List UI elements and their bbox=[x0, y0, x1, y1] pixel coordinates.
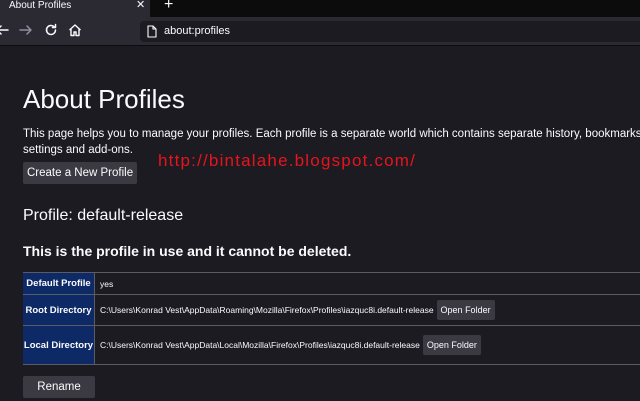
close-icon[interactable]: ✕ bbox=[136, 0, 145, 11]
row-label: Local Directory bbox=[23, 326, 95, 364]
open-root-folder-button[interactable]: Open Folder bbox=[436, 300, 495, 320]
forward-arrow-icon[interactable] bbox=[18, 22, 34, 38]
navigation-toolbar: about:profiles bbox=[0, 17, 640, 46]
row-value: yes bbox=[100, 273, 113, 294]
rename-button[interactable]: Rename bbox=[23, 376, 95, 398]
home-icon[interactable] bbox=[67, 22, 83, 38]
profile-table: Default Profile yes Root Directory C:\Us… bbox=[23, 272, 640, 365]
reload-icon[interactable] bbox=[43, 22, 59, 38]
tab-strip: About Profiles ✕ + bbox=[0, 0, 640, 17]
address-bar[interactable]: about:profiles bbox=[140, 21, 640, 42]
profile-heading: Profile: default-release bbox=[23, 207, 184, 224]
new-tab-button[interactable]: + bbox=[164, 0, 173, 13]
default-profile-value: yes bbox=[100, 278, 114, 289]
back-arrow-icon[interactable] bbox=[0, 22, 10, 38]
row-label: Default Profile bbox=[23, 273, 95, 294]
local-directory-path: C:\Users\Konrad Vest\AppData\Local\Mozil… bbox=[100, 340, 420, 350]
url-text[interactable]: about:profiles bbox=[164, 25, 230, 38]
page-icon bbox=[146, 25, 158, 43]
tab-title: About Profiles bbox=[9, 0, 72, 11]
row-value: C:\Users\Konrad Vest\AppData\Local\Mozil… bbox=[100, 326, 481, 364]
tab-about-profiles[interactable]: About Profiles ✕ bbox=[0, 0, 150, 17]
page-title: About Profiles bbox=[23, 84, 185, 114]
row-label: Root Directory bbox=[23, 295, 95, 325]
in-use-notice: This is the profile in use and it cannot… bbox=[23, 243, 352, 259]
root-directory-path: C:\Users\Konrad Vest\AppData\Roaming\Moz… bbox=[100, 305, 434, 315]
table-row-root-directory: Root Directory C:\Users\Konrad Vest\AppD… bbox=[23, 295, 640, 326]
row-value: C:\Users\Konrad Vest\AppData\Roaming\Moz… bbox=[100, 295, 495, 325]
watermark-text: http://bintalahe.blogspot.com/ bbox=[158, 151, 417, 170]
table-row-local-directory: Local Directory C:\Users\Konrad Vest\App… bbox=[23, 326, 640, 365]
table-row-default-profile: Default Profile yes bbox=[23, 273, 640, 295]
description-line-1: This page helps you to manage your profi… bbox=[23, 128, 640, 140]
page-content: About Profiles This page helps you to ma… bbox=[0, 46, 640, 401]
create-profile-button[interactable]: Create a New Profile bbox=[23, 162, 138, 184]
open-local-folder-button[interactable]: Open Folder bbox=[422, 335, 481, 355]
